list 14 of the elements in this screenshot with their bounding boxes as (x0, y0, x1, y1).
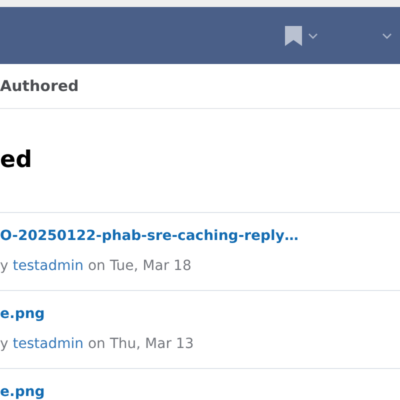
bookmark-menu[interactable] (285, 26, 318, 46)
file-link[interactable]: e.png (0, 306, 45, 323)
file-link[interactable]: O-20250122-phab-sre-caching-reply… (0, 228, 298, 245)
author-line: y testadmin on Tue, Mar 18 (0, 257, 192, 276)
chevron-icon (308, 32, 318, 38)
author-line: y testadmin on Thu, Mar 13 (0, 335, 195, 354)
page-heading: ed (0, 146, 32, 176)
author-link[interactable]: testadmin (12, 258, 84, 274)
chevron-icon (382, 32, 392, 38)
author-link[interactable]: testadmin (12, 336, 84, 352)
dropdown-menu[interactable] (382, 32, 392, 38)
bookmark-icon (285, 26, 302, 46)
file-link[interactable]: e.png (0, 384, 45, 400)
tab-label[interactable]: Authored (0, 74, 79, 98)
